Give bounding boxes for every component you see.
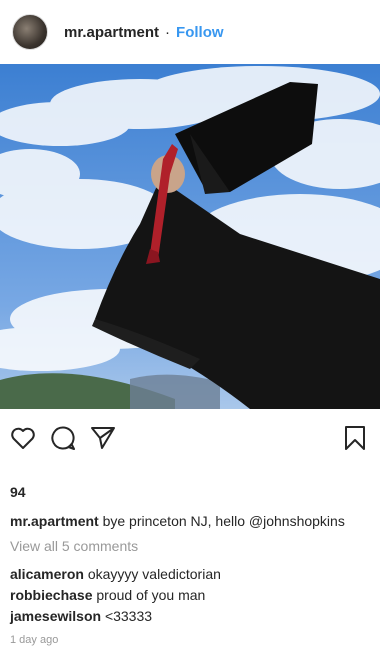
view-all-comments-link[interactable]: View all 5 comments (0, 531, 380, 556)
comment-username[interactable]: alicameron (10, 566, 84, 582)
comment-username[interactable]: robbiechase (10, 587, 92, 603)
username[interactable]: mr.apartment (64, 24, 159, 41)
comment-icon[interactable] (50, 425, 76, 451)
timestamp: 1 day ago (10, 634, 59, 646)
comment-text: proud of you man (96, 587, 206, 603)
action-bar (0, 409, 380, 467)
comment-username[interactable]: jamesewilson (10, 608, 101, 624)
caption-text: bye princeton NJ, hello @johnshopkins (102, 513, 345, 529)
share-icon[interactable] (90, 425, 116, 451)
like-count[interactable]: 94 (0, 467, 380, 501)
post-photo[interactable] (0, 64, 380, 409)
comment-item: jamesewilson <33333 (10, 606, 370, 627)
heart-icon[interactable] (10, 425, 36, 451)
comment-item: robbiechase proud of you man (10, 585, 370, 606)
caption: mr.apartment bye princeton NJ, hello @jo… (0, 501, 380, 531)
comment-list: alicameron okayyyy valedictorian robbiec… (0, 556, 380, 627)
caption-username[interactable]: mr.apartment (10, 513, 99, 529)
separator-dot: · (165, 23, 171, 41)
comment-text: <33333 (104, 608, 153, 624)
avatar[interactable] (12, 14, 48, 50)
comment-item: alicameron okayyyy valedictorian (10, 564, 370, 585)
bookmark-icon[interactable] (342, 425, 368, 451)
follow-button[interactable]: Follow (176, 24, 224, 41)
post-header: mr.apartment · Follow (0, 0, 380, 64)
comment-text: okayyyy valedictorian (87, 566, 221, 582)
